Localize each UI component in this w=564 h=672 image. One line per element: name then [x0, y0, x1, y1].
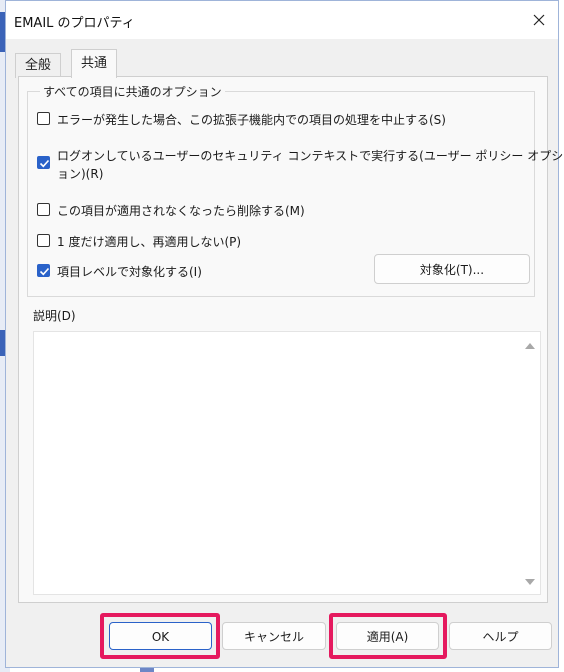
tab-general[interactable]: 全般: [15, 53, 62, 78]
checkmark-icon: [39, 159, 50, 168]
option-label-continued: ョン)(R): [57, 167, 104, 181]
close-icon: [533, 14, 545, 26]
properties-dialog: EMAIL のプロパティ 全般 共通 すべての項目に共通のオプション エラーが発…: [5, 0, 563, 668]
checkbox-stop-on-error[interactable]: [37, 112, 50, 125]
group-title: すべての項目に共通のオプション: [40, 83, 225, 100]
title-bar: EMAIL のプロパティ: [6, 1, 558, 39]
help-button[interactable]: ヘルプ: [449, 622, 552, 650]
checkmark-icon: [39, 267, 50, 276]
checkbox-item-level-targeting[interactable]: [37, 264, 50, 277]
targeting-button[interactable]: 対象化(T)...: [374, 254, 530, 284]
option-label: 項目レベルで対象化する(I): [57, 265, 202, 279]
tab-panel-common: すべての項目に共通のオプション エラーが発生した場合、この拡張子機能内での項目の…: [18, 76, 563, 603]
scroll-up-icon[interactable]: [525, 342, 535, 350]
option-label: エラーが発生した場合、この拡張子機能内での項目の処理を中止する(S): [57, 113, 446, 127]
option-label: この項目が適用されなくなったら削除する(M): [57, 204, 305, 218]
description-textarea[interactable]: [33, 331, 541, 595]
checkbox-apply-once[interactable]: [37, 234, 50, 247]
option-label: 1 度だけ適用し、再適用しない(P): [57, 235, 242, 249]
close-button[interactable]: [524, 5, 554, 35]
window-title: EMAIL のプロパティ: [14, 16, 135, 31]
checkbox-run-in-user-context[interactable]: [37, 156, 50, 169]
option-label: ログオンしているユーザーのセキュリティ コンテキストで実行する(ユーザー ポリシ…: [57, 149, 564, 163]
checkbox-remove-when-not-applied[interactable]: [37, 203, 50, 216]
ok-button-highlight: [100, 613, 220, 659]
cancel-button[interactable]: キャンセル: [222, 622, 326, 650]
description-label: 説明(D): [33, 309, 76, 323]
scroll-down-icon[interactable]: [525, 578, 535, 586]
apply-button-highlight: [329, 613, 447, 659]
common-options-group: すべての項目に共通のオプション エラーが発生した場合、この拡張子機能内での項目の…: [27, 83, 563, 297]
tab-common[interactable]: 共通: [71, 49, 118, 78]
